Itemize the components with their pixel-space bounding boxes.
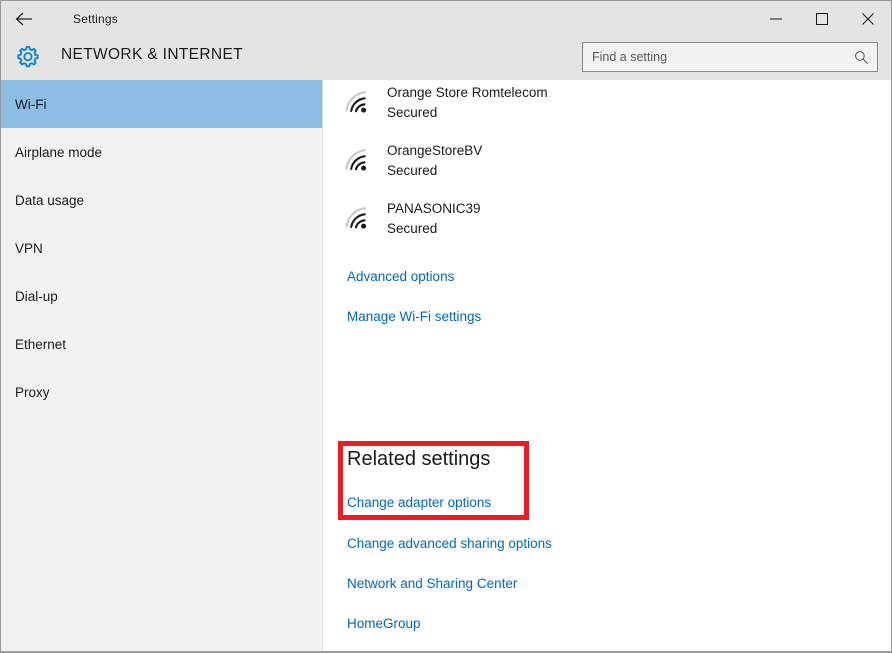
sidebar-item-label: Wi-Fi: [15, 96, 47, 112]
sidebar-item-dial-up[interactable]: Dial-up: [1, 272, 322, 320]
sidebar-item-data-usage[interactable]: Data usage: [1, 176, 322, 224]
link-change-advanced-sharing-options[interactable]: Change advanced sharing options: [347, 535, 552, 553]
link-change-adapter-options[interactable]: Change adapter options: [347, 494, 491, 512]
sidebar-item-airplane-mode[interactable]: Airplane mode: [1, 128, 322, 176]
sidebar-item-label: Ethernet: [15, 336, 67, 352]
sidebar-item-label: VPN: [15, 240, 43, 256]
page-title: NETWORK & INTERNET: [61, 46, 243, 63]
wifi-signal-icon: [341, 144, 375, 178]
network-info: PANASONIC39 Secured: [387, 197, 481, 239]
network-name: OrangeStoreBV: [387, 143, 483, 158]
related-settings-heading: Related settings: [347, 448, 491, 470]
network-info: Orange Store Romtelecom Secured: [387, 81, 548, 123]
sidebar-item-proxy[interactable]: Proxy: [1, 368, 322, 416]
network-name: PANASONIC39: [387, 201, 481, 216]
network-list-item[interactable]: Orange Store Romtelecom Secured: [341, 81, 548, 133]
link-network-and-sharing-center[interactable]: Network and Sharing Center: [347, 575, 517, 593]
maximize-button[interactable]: [799, 1, 845, 37]
search-input[interactable]: [583, 44, 848, 70]
link-homegroup[interactable]: HomeGroup: [347, 615, 421, 633]
network-status: Secured: [387, 221, 438, 236]
sidebar-item-label: Dial-up: [15, 288, 58, 304]
sidebar-item-label: Proxy: [15, 384, 50, 400]
close-button[interactable]: [845, 1, 891, 37]
page-header: NETWORK & INTERNET: [1, 37, 891, 80]
search-box[interactable]: [582, 42, 878, 72]
minimize-button[interactable]: [753, 1, 799, 37]
network-status: Secured: [387, 105, 438, 120]
network-name: Orange Store Romtelecom: [387, 85, 548, 100]
network-status: Secured: [387, 163, 438, 178]
wifi-signal-icon: [341, 86, 375, 120]
sidebar-item-vpn[interactable]: VPN: [1, 224, 322, 272]
content-pane: Orange Store Romtelecom Secured OrangeSt…: [323, 80, 891, 652]
back-button[interactable]: [1, 1, 47, 37]
sidebar-item-wi-fi[interactable]: Wi-Fi: [1, 80, 322, 128]
network-info: OrangeStoreBV Secured: [387, 139, 482, 181]
network-list-item[interactable]: PANASONIC39 Secured: [341, 197, 481, 249]
wifi-signal-icon: [341, 202, 375, 236]
window-title: Settings: [73, 12, 118, 26]
window-bottom-edge: [1, 651, 891, 652]
search-icon[interactable]: [848, 50, 874, 65]
title-bar: Settings: [1, 1, 891, 37]
settings-window: Settings NETWORK & INTERNET Find a setti…: [0, 0, 892, 653]
caption-buttons: [753, 1, 891, 37]
sidebar-item-ethernet[interactable]: Ethernet: [1, 320, 322, 368]
network-list-item[interactable]: OrangeStoreBV Secured: [341, 139, 482, 191]
sidebar-nav: Wi-Fi Airplane mode Data usage VPN Dial-…: [1, 80, 323, 652]
sidebar-item-label: Data usage: [15, 192, 85, 208]
gear-icon: [13, 43, 43, 73]
link-manage-wifi-settings[interactable]: Manage Wi-Fi settings: [347, 308, 481, 326]
link-advanced-options[interactable]: Advanced options: [347, 268, 454, 286]
sidebar-item-label: Airplane mode: [15, 144, 103, 160]
